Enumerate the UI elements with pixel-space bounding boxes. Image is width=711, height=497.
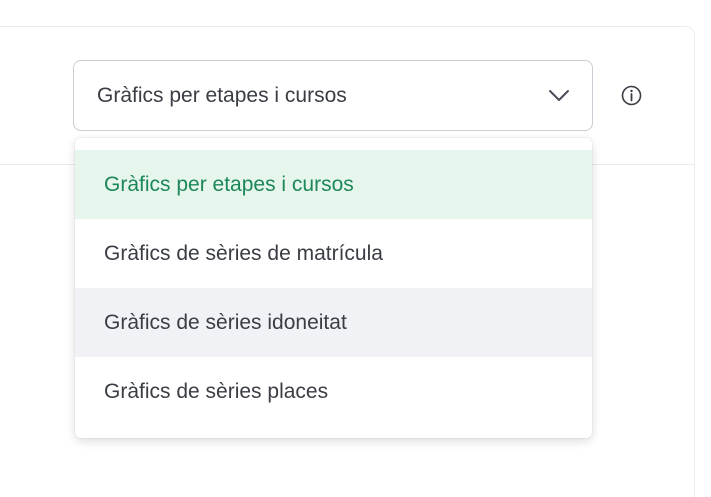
select-dropdown-menu: Gràfics per etapes i cursos Gràfics de s…	[75, 138, 592, 438]
option-label: Gràfics per etapes i cursos	[104, 172, 354, 196]
info-icon[interactable]	[621, 85, 642, 106]
option-places-series[interactable]: Gràfics de sèries places	[75, 357, 592, 426]
chart-type-select[interactable]: Gràfics per etapes i cursos	[73, 60, 593, 131]
option-label: Gràfics de sèries de matrícula	[104, 241, 383, 265]
option-graphics-by-stages-courses[interactable]: Gràfics per etapes i cursos	[75, 150, 592, 219]
option-suitability-series[interactable]: Gràfics de sèries idoneitat	[75, 288, 592, 357]
option-label: Gràfics de sèries idoneitat	[104, 310, 347, 334]
select-value: Gràfics per etapes i cursos	[97, 83, 347, 107]
option-enrollment-series[interactable]: Gràfics de sèries de matrícula	[75, 219, 592, 288]
page: Gràfics per etapes i cursos Gràfics per …	[0, 0, 711, 497]
chevron-down-icon	[549, 89, 569, 101]
option-label: Gràfics de sèries places	[104, 379, 329, 403]
